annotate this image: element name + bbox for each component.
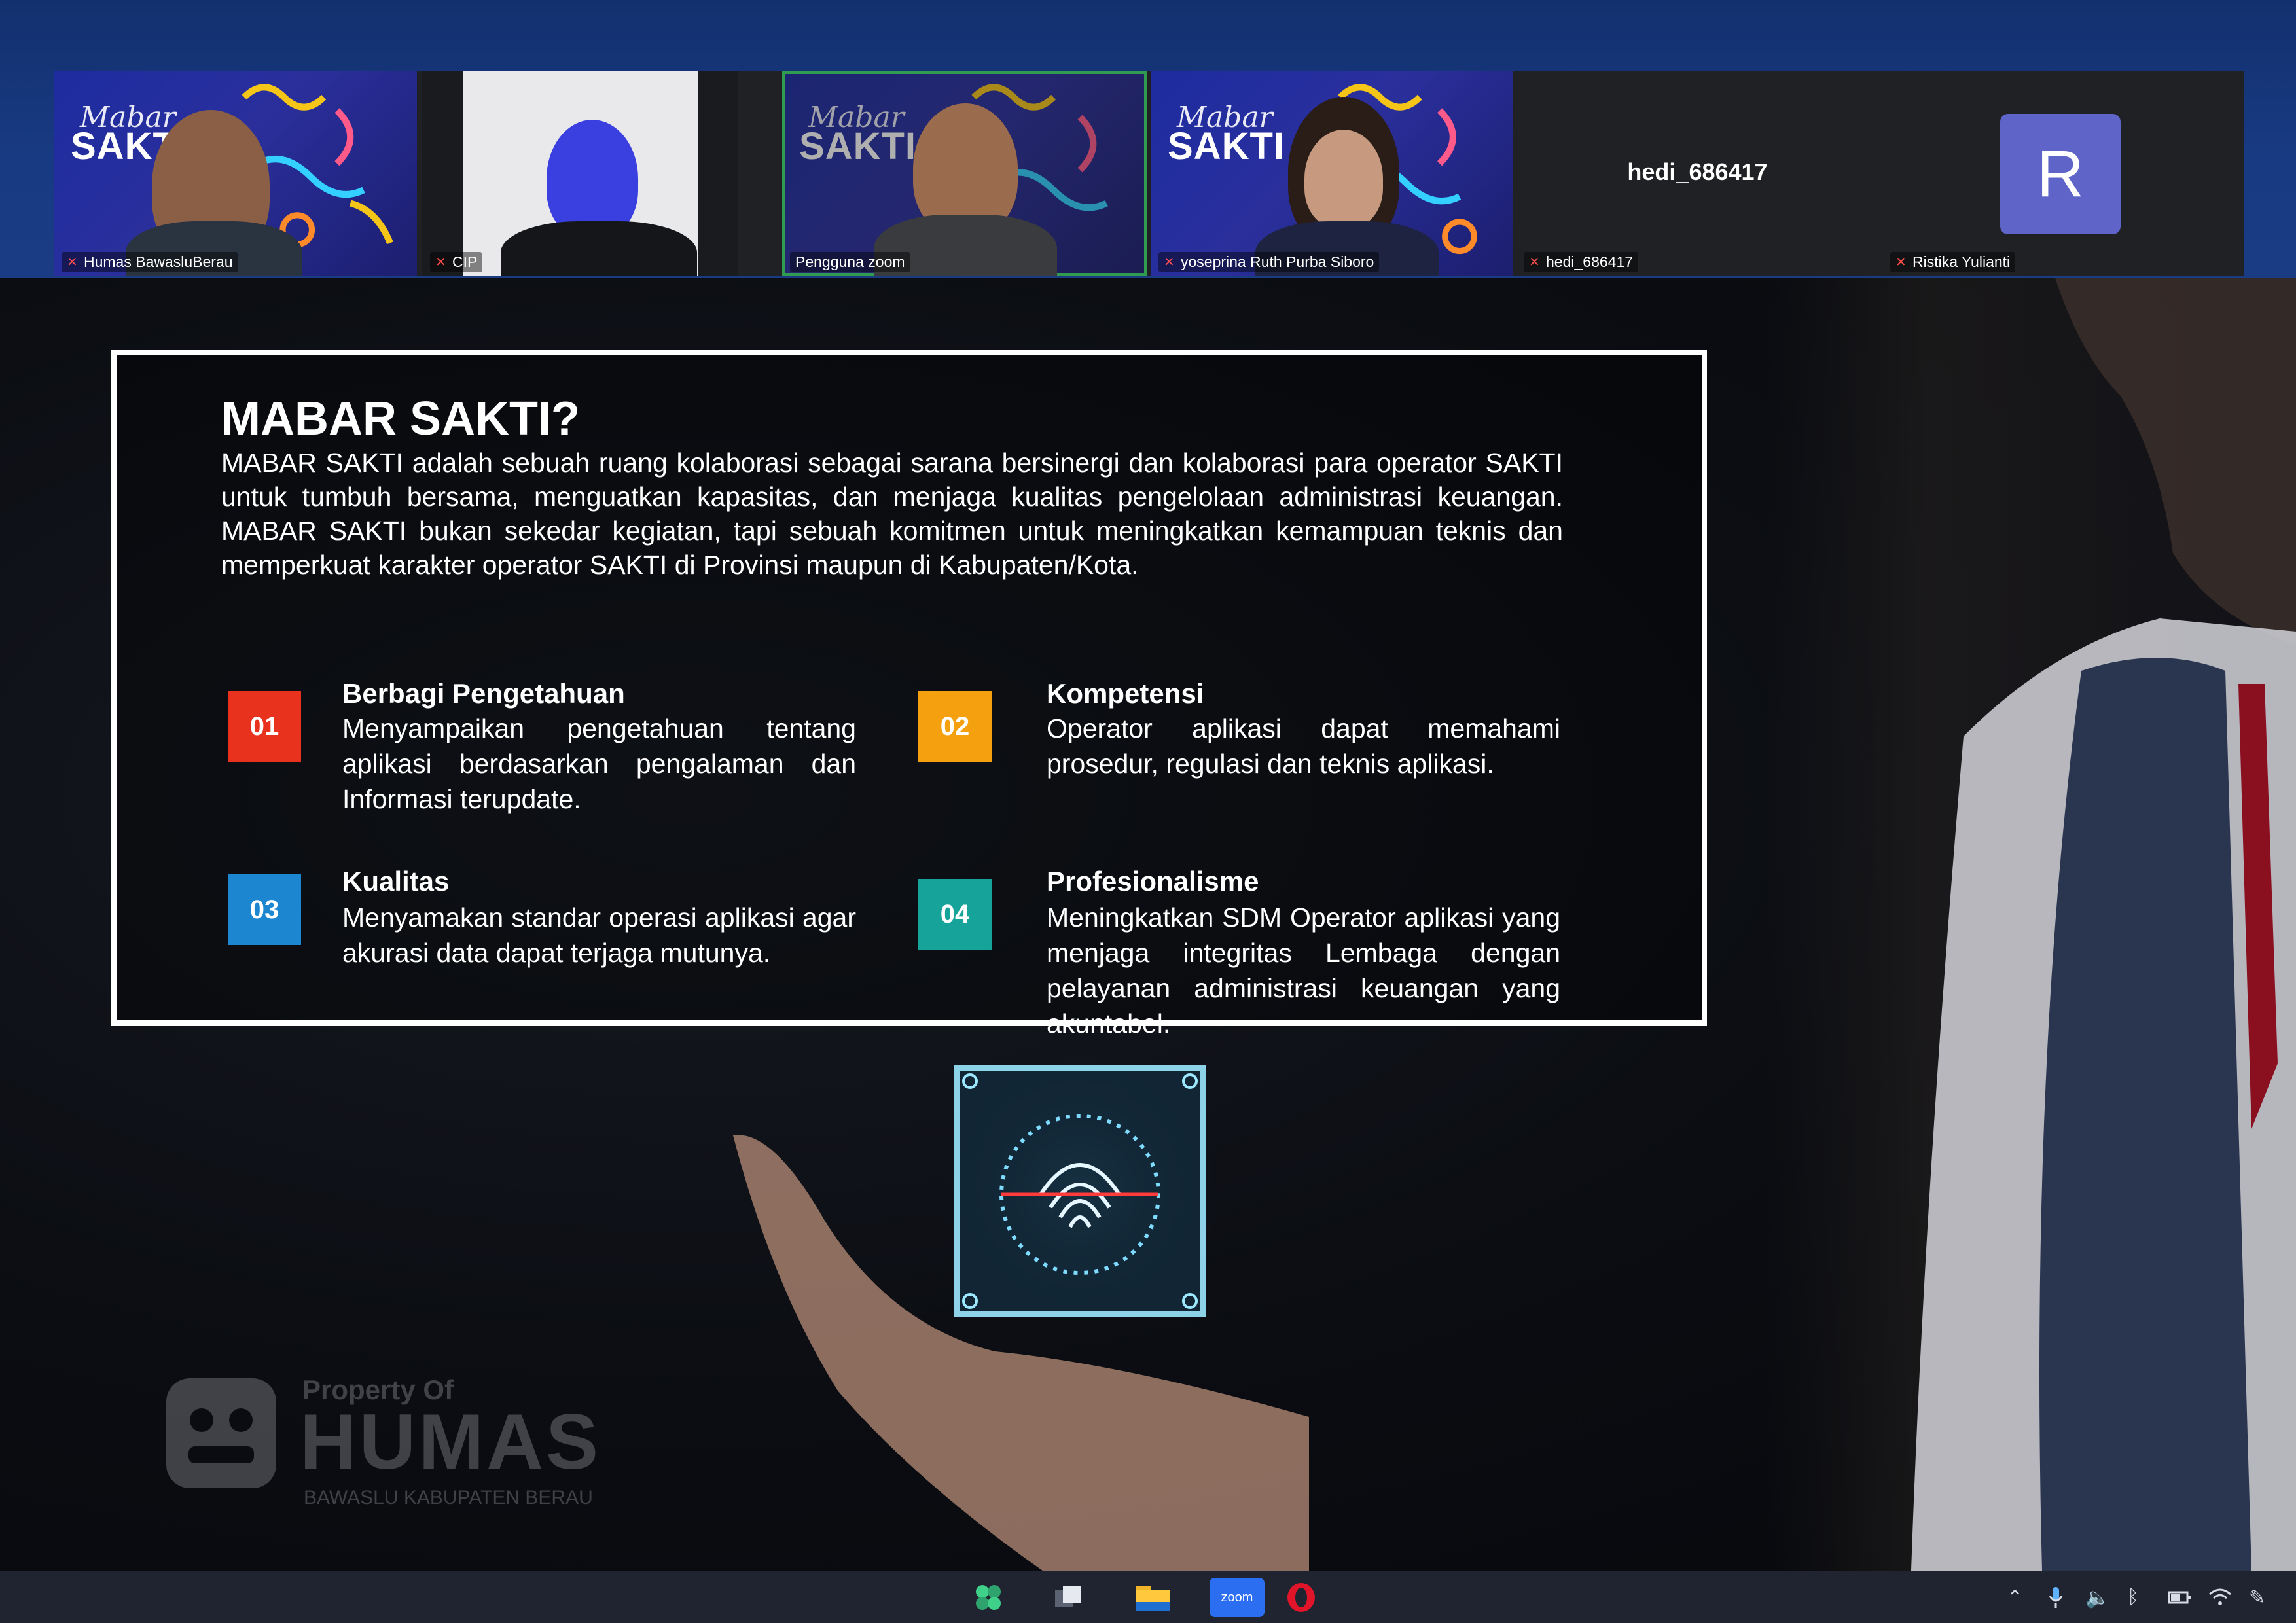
feature-text: Operator aplikasi dapat memahami prosedu… xyxy=(1047,713,1560,779)
slide-title: MABAR SAKTI? xyxy=(221,393,580,445)
mic-muted-icon: ✕ xyxy=(67,255,78,270)
tile-brand-logo: SAKTI xyxy=(1168,125,1285,168)
taskbar: zoom ⌃ 🔈 ᛒ ✎ xyxy=(0,1571,2296,1623)
participant-tile[interactable]: hedi_686417 ✕ hedi_686417 xyxy=(1516,71,1879,276)
mic-muted-icon: ✕ xyxy=(1529,255,1540,270)
humas-logo-icon xyxy=(166,1378,276,1488)
humas-watermark: Property Of HUMAS BAWASLU KABUPATEN BERA… xyxy=(162,1374,598,1508)
background-figure xyxy=(1911,278,2296,1571)
feature-text: Menyamakan standar operasi aplikasi agar… xyxy=(342,902,856,968)
wifi-icon[interactable] xyxy=(2208,1584,2232,1611)
feature-badge-04: 04 xyxy=(918,879,992,950)
participant-name-label: ✕ hedi_686417 xyxy=(1524,252,1639,272)
feature-text: Meningkatkan SDM Operator aplikasi yang … xyxy=(1047,902,1560,1039)
content-card: MABAR SAKTI? MABAR SAKTI adalah sebuah r… xyxy=(111,350,1707,1039)
feature-text: Menyampaikan pengetahuan tentang aplikas… xyxy=(342,713,856,814)
participant-name-label: Pengguna zoom xyxy=(790,252,910,272)
feature-title: Kualitas xyxy=(342,866,450,897)
feature-badge-01: 01 xyxy=(228,691,301,762)
watermark-line2: HUMAS xyxy=(300,1398,601,1486)
participant-face xyxy=(547,120,638,238)
participant-tile-active[interactable]: Mabar SAKTI Pengguna zoom xyxy=(782,71,1147,276)
participant-display-name: hedi_686417 xyxy=(1627,158,1768,185)
slide-intro: MABAR SAKTI adalah sebuah ruang kolabora… xyxy=(221,448,1563,580)
file-explorer-icon[interactable] xyxy=(1135,1580,1172,1614)
feature-title: Profesionalisme xyxy=(1047,866,1259,897)
pen-icon[interactable]: ✎ xyxy=(2249,1584,2265,1611)
microphone-icon[interactable] xyxy=(2047,1584,2064,1611)
participant-name-label: ✕ CIP xyxy=(430,252,483,272)
task-view-icon[interactable] xyxy=(1050,1580,1086,1614)
watermark-line3: BAWASLU KABUPATEN BERAU xyxy=(304,1487,593,1508)
feature-badge-02: 02 xyxy=(918,691,992,762)
bluetooth-icon[interactable]: ᛒ xyxy=(2127,1584,2139,1611)
mic-muted-icon: ✕ xyxy=(1164,255,1175,270)
feature-badge-03: 03 xyxy=(228,874,301,945)
feature-title: Kompetensi xyxy=(1047,678,1204,709)
participant-tile[interactable]: Mabar SAKTI ✕ Humas BawasluBerau xyxy=(54,71,417,276)
zoom-icon[interactable]: zoom xyxy=(1210,1578,1265,1617)
mic-muted-icon: ✕ xyxy=(1895,255,1907,270)
battery-icon[interactable] xyxy=(2168,1584,2191,1611)
participant-shirt xyxy=(501,221,697,276)
speaker-icon[interactable]: 🔈 xyxy=(2085,1584,2109,1611)
participant-name-label: ✕ yoseprina Ruth Purba Siboro xyxy=(1158,252,1380,272)
opera-icon[interactable] xyxy=(1283,1580,1319,1614)
screen: Mabar SAKTI ✕ Humas BawasluBerau ✕ CIP M… xyxy=(0,0,2296,1623)
participant-video xyxy=(1304,130,1383,228)
shared-screen-slide: MABAR SAKTI? MABAR SAKTI adalah sebuah r… xyxy=(0,278,2296,1574)
feature-title: Berbagi Pengetahuan xyxy=(342,678,625,709)
participant-name-label: ✕ Ristika Yulianti xyxy=(1890,252,2016,272)
participant-name-label: ✕ Humas BawasluBerau xyxy=(62,252,238,272)
chevron-up-icon[interactable]: ⌃ xyxy=(2007,1584,2023,1611)
participant-tile[interactable]: Mabar SAKTI ✕ yoseprina Ruth Purba Sibor… xyxy=(1151,71,1513,276)
participant-tile[interactable]: ✕ CIP xyxy=(422,71,738,276)
widgets-icon[interactable] xyxy=(970,1580,1007,1614)
mic-muted-icon: ✕ xyxy=(435,255,446,270)
participant-avatar: R xyxy=(2000,114,2121,234)
fingerprint-scanner-graphic xyxy=(942,1054,1217,1329)
